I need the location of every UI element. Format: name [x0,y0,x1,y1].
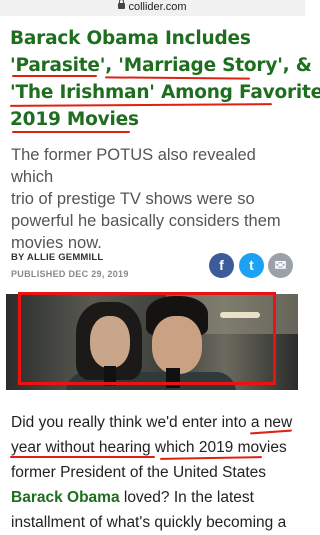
author-byline[interactable]: BY ALLIE GEMMILL [11,252,103,263]
article-headline: Barack Obama Includes 'Parasite', 'Marri… [10,25,320,133]
article-body: Did you really think we'd enter into a n… [11,410,303,535]
url-text: collider.com [128,1,187,13]
dek-line: The former POTUS also revealed which [11,146,256,186]
annotation-underline [12,131,130,133]
annotation-underline [10,456,155,458]
publish-date: PUBLISHED DEC 29, 2019 [11,269,129,279]
dek-line: movies now. [11,234,102,252]
dek-line: powerful he basically considers them [11,212,281,230]
body-line: former President of the United States [11,464,267,481]
facebook-icon: f [219,257,224,273]
email-icon: ✉ [274,257,287,273]
email-share-button[interactable]: ✉ [268,253,293,278]
twitter-icon: t [249,257,254,273]
annotation-underline [12,75,97,77]
body-line-text: loved? In the latest [119,489,254,506]
dek-line: trio of prestige TV shows were so [11,190,255,208]
annotation-box [18,292,276,385]
headline-line: Barack Obama Includes [10,28,251,49]
article-dek: The former POTUS also revealed which tri… [11,144,301,254]
body-line: Barack Obama loved? In the latest [11,485,303,510]
obama-link[interactable]: Barack Obama [11,489,120,506]
browser-url-bar[interactable]: collider.com [0,0,305,16]
facebook-share-button[interactable]: f [209,253,234,278]
lock-icon [118,0,126,9]
twitter-share-button[interactable]: t [239,253,264,278]
headline-line: 2019 Movies [10,109,139,130]
headline-line: 'The Irishman' Among Favorite [10,82,320,103]
